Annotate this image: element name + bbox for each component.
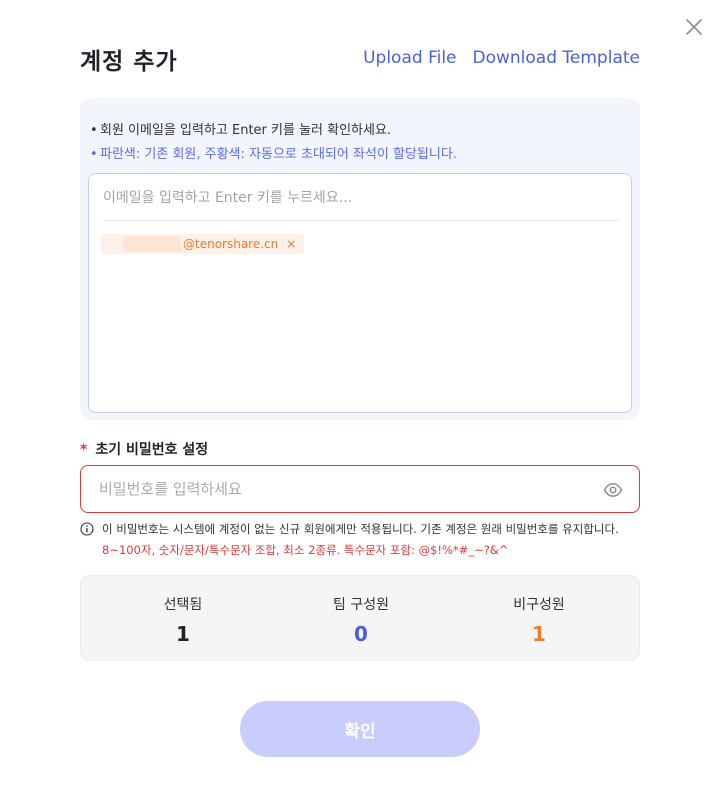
eye-icon[interactable] xyxy=(603,480,623,500)
stat-selected: 선택됨 1 xyxy=(103,594,263,646)
stat-value: 0 xyxy=(354,622,368,646)
stat-value: 1 xyxy=(532,622,546,646)
x-icon[interactable]: × xyxy=(286,237,296,251)
email-input[interactable] xyxy=(103,184,619,212)
redacted-email-user xyxy=(123,236,181,252)
password-note: 이 비밀번호는 시스템에 계정이 없는 신규 회원에게만 적용됩니다. 기존 계… xyxy=(80,521,645,558)
password-input[interactable] xyxy=(99,476,589,502)
stat-value: 1 xyxy=(176,622,190,646)
stat-non-members: 비구성원 1 xyxy=(459,594,619,646)
stat-label: 팀 구성원 xyxy=(333,597,389,613)
stat-label: 선택됨 xyxy=(163,597,203,613)
selection-summary: 선택됨 1 팀 구성원 0 비구성원 1 xyxy=(80,575,640,661)
close-icon[interactable] xyxy=(684,17,704,37)
confirm-button[interactable]: 확인 xyxy=(240,701,480,757)
password-label: * 초기 비밀번호 설정 xyxy=(80,442,209,458)
email-entry-box[interactable]: @tenorshare.cn × xyxy=(88,173,632,413)
info-icon xyxy=(80,522,94,536)
hint-color-legend: • 파란색: 기존 회원, 주황색: 자동으로 초대되어 좌석이 할당됩니다. xyxy=(90,147,457,162)
stat-label: 비구성원 xyxy=(513,597,565,613)
modal-title: 계정 추가 xyxy=(80,49,178,75)
add-account-modal: 계정 추가 Upload File Download Template • 회원 … xyxy=(0,0,717,793)
email-section: • 회원 이메일을 입력하고 Enter 키를 눌러 확인하세요. • 파란색: 기… xyxy=(80,98,640,420)
file-actions: Upload File Download Template xyxy=(363,48,640,68)
upload-file-link[interactable]: Upload File xyxy=(363,48,456,68)
email-divider xyxy=(103,220,619,221)
download-template-link[interactable]: Download Template xyxy=(473,48,640,68)
email-tag: @tenorshare.cn × xyxy=(101,234,305,254)
password-rule-text: 8~100자, 숫자/문자/특수문자 조합, 최소 2종류. 특수문자 포함: … xyxy=(102,543,509,557)
required-mark: * xyxy=(80,442,88,458)
stat-team-members: 팀 구성원 0 xyxy=(281,594,441,646)
password-note-text: 이 비밀번호는 시스템에 계정이 없는 신규 회원에게만 적용됩니다. 기존 계… xyxy=(102,522,619,536)
password-field[interactable] xyxy=(80,465,640,513)
hint-enter-email: • 회원 이메일을 입력하고 Enter 키를 눌러 확인하세요. xyxy=(90,123,392,138)
email-tag-text: @tenorshare.cn xyxy=(183,237,279,251)
